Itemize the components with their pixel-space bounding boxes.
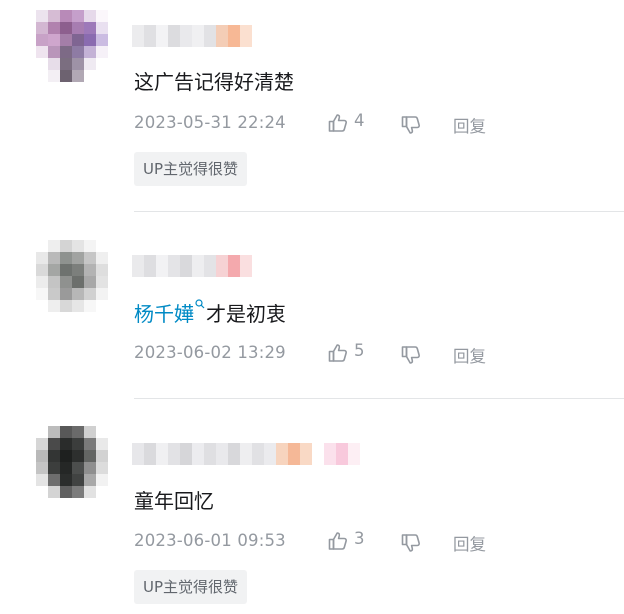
username-blur-pixels: [132, 255, 254, 277]
reply-button[interactable]: 回复: [453, 531, 486, 555]
comment-text: 杨千嬅 才是初衷: [134, 299, 286, 328]
like-count: 3: [354, 529, 365, 548]
search-icon[interactable]: [195, 299, 205, 309]
comment-text: 童年回忆: [134, 487, 214, 515]
avatar[interactable]: [36, 10, 108, 82]
comment-body: 童年回忆: [134, 489, 214, 513]
up-liked-badge: UP主觉得很赞: [134, 570, 248, 604]
dislike-button[interactable]: [400, 341, 424, 365]
up-liked-badge: UP主觉得很赞: [134, 152, 248, 186]
like-count: 5: [354, 341, 365, 360]
username-blur-pixels: [132, 25, 254, 47]
dislike-button[interactable]: [400, 529, 424, 553]
username-blur-pixels: [132, 443, 360, 465]
comment-time: 2023-05-31 22:24: [134, 113, 286, 132]
comment-text: 这广告记得好清楚: [134, 68, 294, 96]
mention-link[interactable]: 杨千嬅: [134, 302, 194, 326]
thumbs-up-icon: [328, 532, 347, 550]
thumbs-up-icon: [328, 344, 347, 362]
thumbs-down-icon: [401, 534, 420, 552]
comment-body: 才是初衷: [206, 302, 286, 326]
reply-button[interactable]: 回复: [453, 113, 486, 137]
divider: [134, 211, 624, 212]
avatar[interactable]: [36, 426, 108, 498]
comment-time: 2023-06-02 13:29: [134, 343, 286, 362]
thumbs-up-icon: [328, 114, 347, 132]
comment-time: 2023-06-01 09:53: [134, 531, 286, 550]
reply-button[interactable]: 回复: [453, 343, 486, 367]
like-count: 4: [354, 111, 365, 130]
avatar[interactable]: [36, 240, 108, 312]
comment-body: 这广告记得好清楚: [134, 70, 294, 94]
dislike-button[interactable]: [400, 111, 424, 135]
thumbs-down-icon: [401, 116, 420, 134]
divider: [134, 398, 624, 399]
thumbs-down-icon: [401, 346, 420, 364]
